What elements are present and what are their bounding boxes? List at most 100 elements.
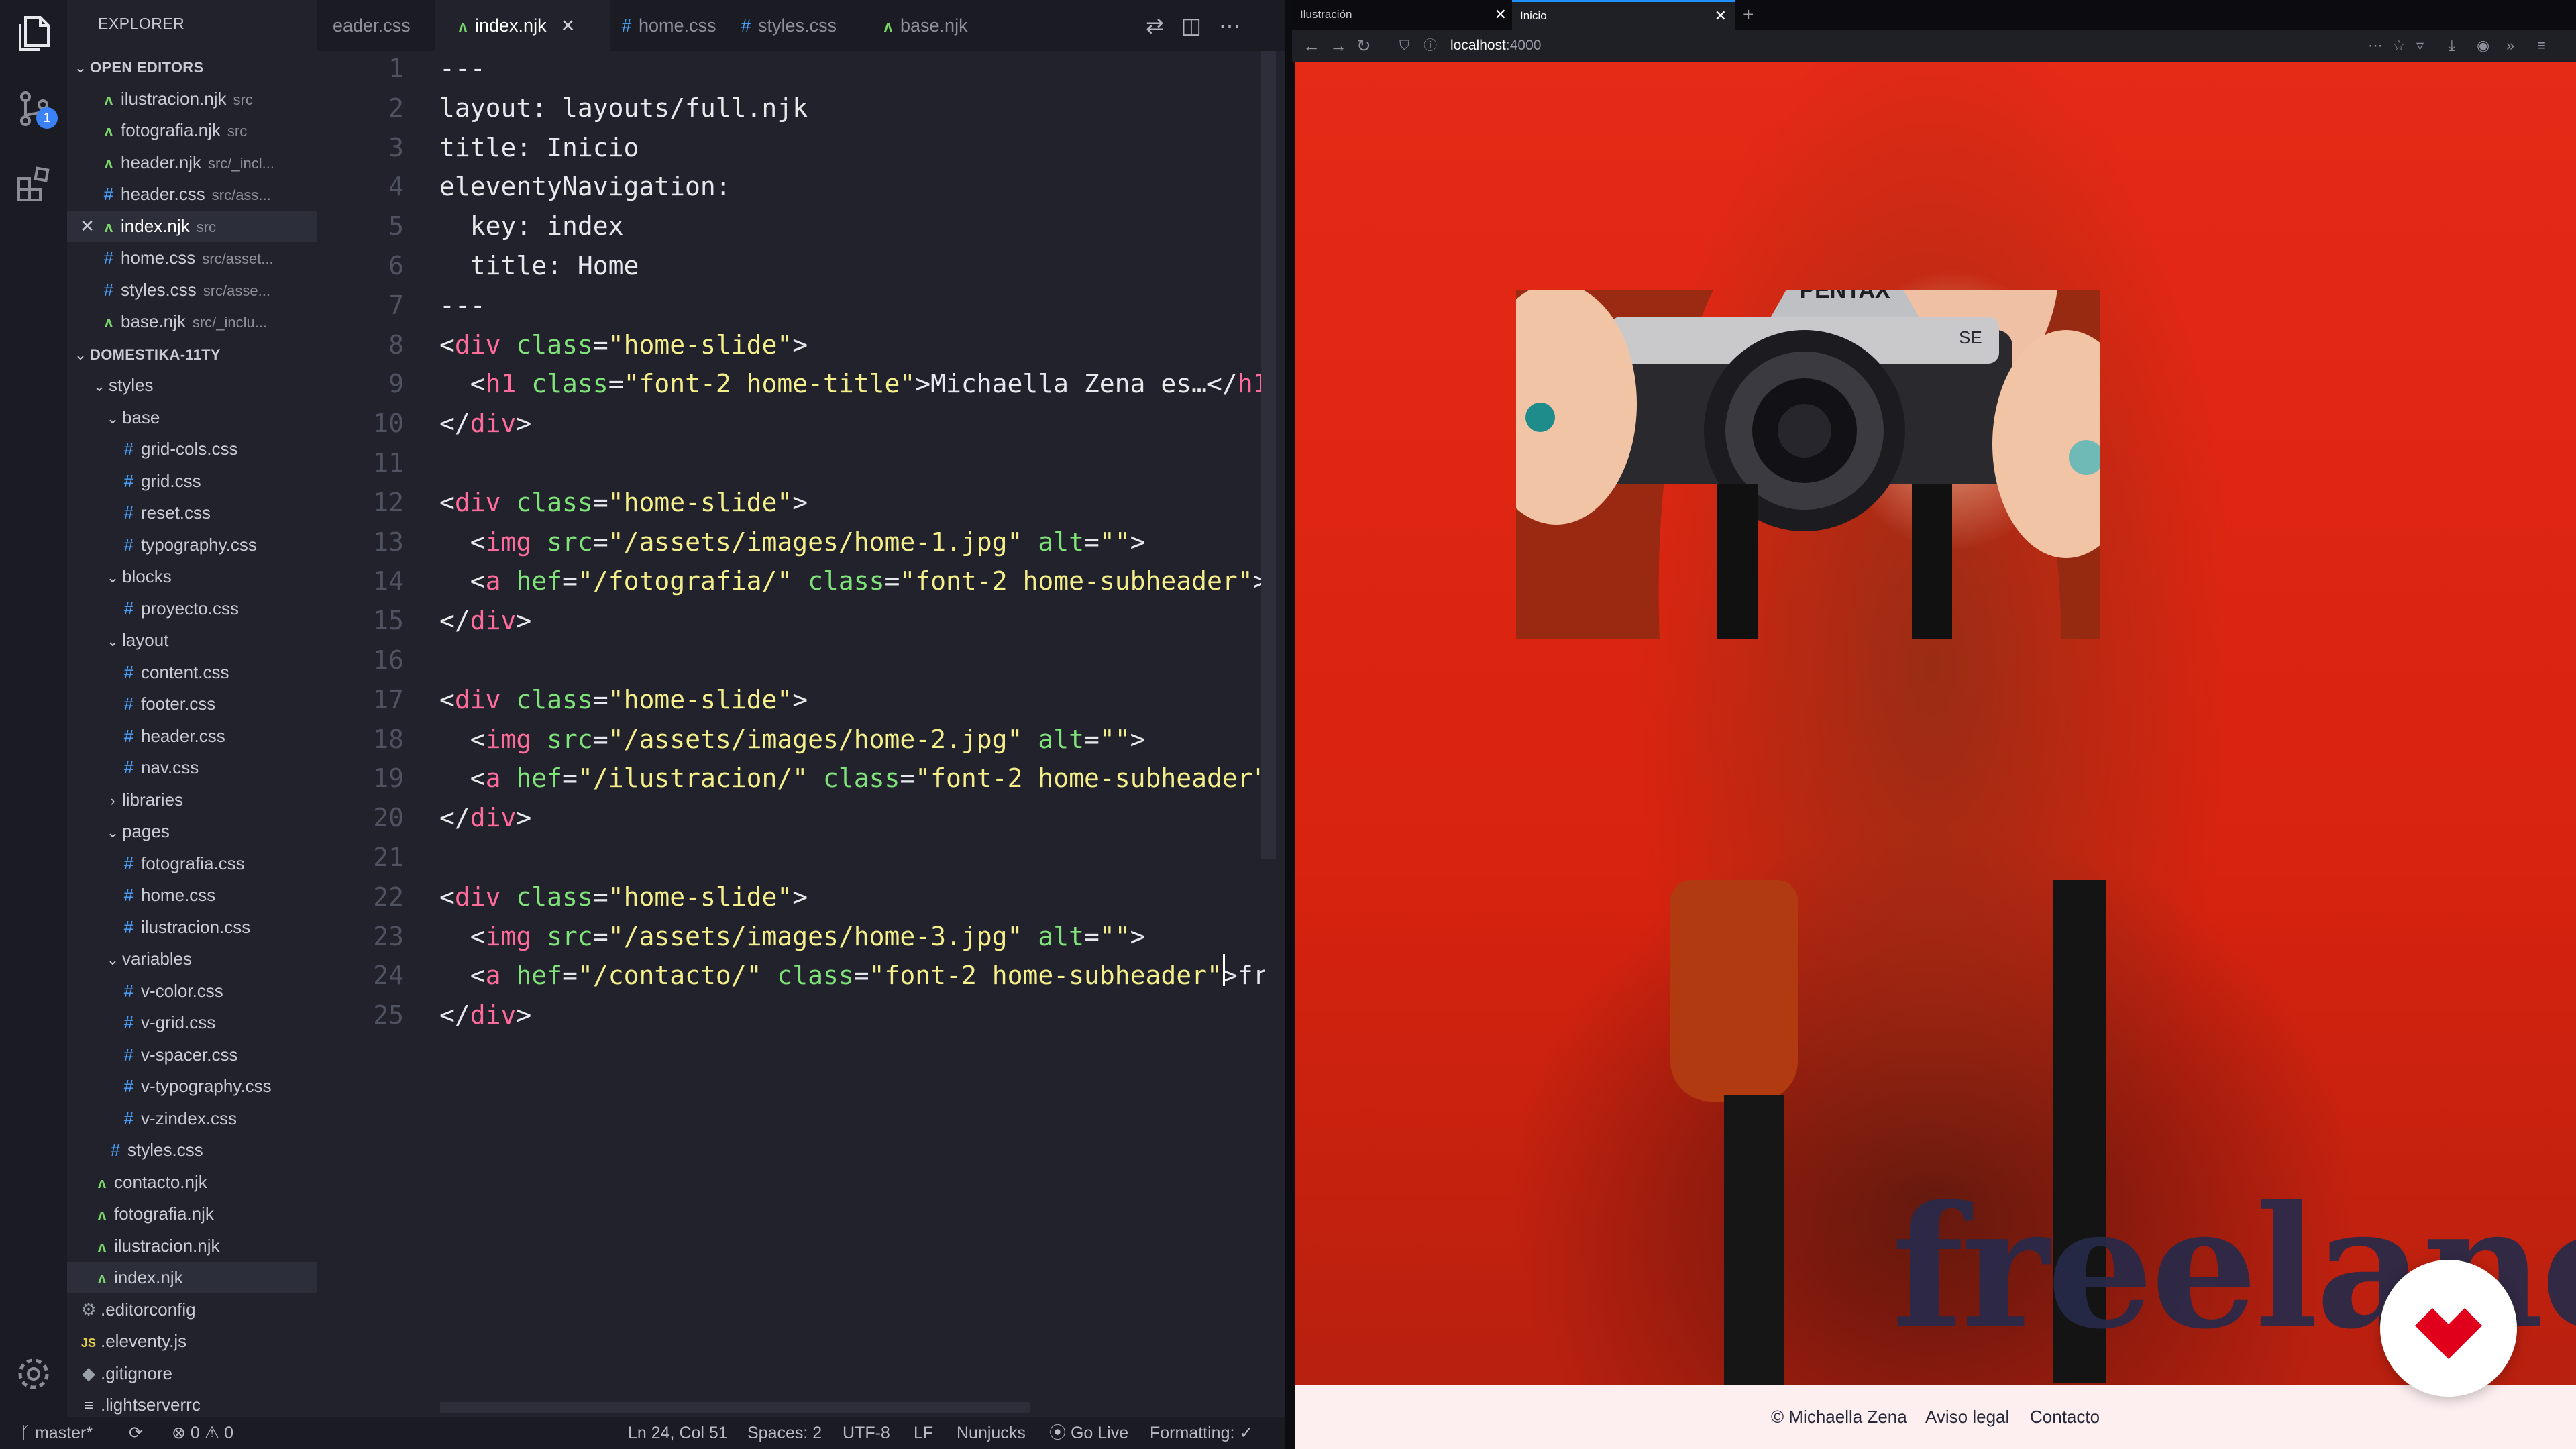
editor-vertical-scrollbar[interactable] [1261,51,1276,859]
editor-tab[interactable]: ʌ index.njk ✕ [435,0,610,51]
close-tab-icon[interactable]: ✕ [1715,2,1727,30]
back-arrow-icon[interactable]: ← [1303,30,1320,62]
sync-icon[interactable]: ⟳ [129,1417,143,1449]
open-editors-header[interactable]: ⌄ OPEN EDITORS [67,51,317,83]
split-editor-icon[interactable]: ◫ [1181,13,1219,38]
browser-toolbar: ← → ↻ ⛉ ⓘ localhost:4000 ⋯ ☆ ▿ ⤓ ◉ » ≡ [1292,30,2576,62]
tree-folder[interactable]: ⌄ layout [67,625,317,656]
tree-file[interactable]: ʌ ilustracion.njk [67,1230,317,1262]
status-bar: ᚴ master* ⟳ ⊗ 0 ⚠ 0 Ln 24, Col 51 Spaces… [0,1417,1285,1449]
tree-folder[interactable]: ⌄ variables [67,943,317,975]
tree-file[interactable]: # reset.css [67,497,317,529]
file-path-hint: src/asse... [203,282,270,299]
formatting-status[interactable]: Formatting: ✓ [1150,1417,1253,1449]
language-mode-status[interactable]: Nunjucks [957,1417,1026,1449]
site-info-icon[interactable]: ⓘ [1424,30,1437,62]
git-branch-status[interactable]: ᚴ master* [20,1417,93,1449]
tree-file[interactable]: # v-spacer.css [67,1039,317,1071]
downloads-icon[interactable]: ⤓ [2449,30,2455,62]
address-bar[interactable]: localhost:4000 [1450,30,1541,62]
forward-arrow-icon[interactable]: → [1330,30,1347,62]
tree-file[interactable]: ◆ .gitignore [67,1358,317,1389]
editor-tab[interactable]: #eader.css [317,0,447,51]
page-actions-icon[interactable]: ⋯ [2368,30,2383,62]
open-editor-item[interactable]: # header.css src/ass... [67,178,317,210]
tree-file[interactable]: # ilustracion.css [67,912,317,943]
css-file-icon: # [123,598,134,619]
new-tab-icon[interactable]: + [1735,0,1770,30]
more-actions-icon[interactable]: ⋯ [1219,13,1258,38]
tree-file[interactable]: # grid-cols.css [67,433,317,465]
tree-file[interactable]: # v-typography.css [67,1071,317,1102]
account-icon[interactable]: ◉ [2477,30,2489,62]
browser-tab-ilustracion[interactable]: Ilustración ✕ [1292,0,1515,30]
tree-file[interactable]: # v-grid.css [67,1007,317,1038]
tree-file[interactable]: # header.css [67,720,317,752]
close-editor-icon[interactable]: ✕ [78,211,97,242]
tree-file[interactable]: # fotografia.css [67,848,317,879]
tree-file[interactable]: # typography.css [67,529,317,561]
code-token: img [485,527,532,557]
project-header[interactable]: ⌄ DOMESTIKA-11TY [67,338,317,370]
go-live-button[interactable]: ⦿ Go Live [1049,1417,1128,1449]
tree-file[interactable]: ʌ index.njk [67,1262,317,1293]
browser-tab-inicio[interactable]: Inicio ✕ [1512,0,1735,30]
open-changes-icon[interactable]: ⇄ [1146,13,1181,38]
tree-folder[interactable]: ⌄ blocks [67,561,317,592]
extensions-icon[interactable] [15,164,52,201]
tree-file[interactable]: # footer.css [67,688,317,720]
open-editor-item[interactable]: ✕ ʌ index.njk src [67,210,317,242]
code-token: < [439,763,486,794]
indentation-status[interactable]: Spaces: 2 [747,1417,822,1449]
code-token: = [1083,527,1099,557]
open-editor-item[interactable]: ʌ base.njk src/_inclu... [67,306,317,337]
tree-file[interactable]: # nav.css [67,752,317,784]
tree-folder[interactable]: ⌄ styles [67,370,317,401]
code-token: > [1130,527,1146,557]
tree-file[interactable]: # v-color.css [67,975,317,1007]
open-editor-item[interactable]: ʌ fotografia.njk src [67,115,317,146]
explorer-files-icon[interactable] [15,15,52,52]
editor-horizontal-scrollbar[interactable] [440,1402,1030,1413]
tree-folder[interactable]: ⌄ pages [67,816,317,847]
domestika-logo-button[interactable] [2380,1260,2517,1397]
editor-tab[interactable]: ʌ base.njk [860,0,990,51]
footer-link-contacto[interactable]: Contacto [2030,1385,2100,1449]
footer-link-aviso-legal[interactable]: Aviso legal [1925,1385,2009,1449]
tree-file[interactable]: ʌ contacto.njk [67,1167,317,1198]
tree-file[interactable]: ≡ .lightserverrc [67,1389,317,1421]
open-editor-item[interactable]: # home.css src/asset... [67,242,317,274]
tree-file[interactable]: # styles.css [67,1134,317,1166]
tree-file[interactable]: JS .eleventy.js [67,1326,317,1357]
open-editor-item[interactable]: ʌ header.njk src/_incl... [67,147,317,178]
close-tab-icon[interactable]: ✕ [1495,0,1507,30]
bookmark-star-icon[interactable]: ☆ [2392,30,2406,62]
section-title: DOMESTIKA-11TY [90,345,221,363]
tree-file[interactable]: ʌ fotografia.njk [67,1198,317,1230]
encoding-status[interactable]: UTF-8 [843,1417,890,1449]
reload-icon[interactable]: ↻ [1356,30,1371,62]
menu-hamburger-icon[interactable]: ≡ [2537,30,2546,62]
shield-icon[interactable]: ⛉ [1399,30,1409,62]
tree-folder[interactable]: › libraries [67,784,317,816]
problems-status[interactable]: ⊗ 0 ⚠ 0 [172,1417,233,1449]
eol-status[interactable]: LF [914,1417,933,1449]
code-editor[interactable]: 1 --- 2 layout: layouts/full.njk 3 title: Ini… [317,51,1285,1417]
pocket-icon[interactable]: ▿ [2416,30,2424,62]
close-tab-icon[interactable]: ✕ [559,0,578,51]
editor-tab[interactable]: # styles.css [718,0,872,51]
tree-file[interactable]: # grid.css [67,466,317,497]
tree-folder[interactable]: ⌄ base [67,402,317,433]
tree-file[interactable]: # proyecto.css [67,593,317,625]
editor-tab[interactable]: # home.css [598,0,730,51]
open-editor-item[interactable]: ʌ ilustracion.njk src [67,83,317,115]
cursor-position-status[interactable]: Ln 24, Col 51 [628,1417,728,1449]
tree-file[interactable]: # v-zindex.css [67,1103,317,1134]
tree-file[interactable]: # content.css [67,657,317,688]
tree-file[interactable]: ⚙ .editorconfig [67,1294,317,1326]
tree-file[interactable]: # home.css [67,879,317,911]
open-editor-item[interactable]: # styles.css src/asse... [67,274,317,306]
settings-gear-icon[interactable] [15,1355,52,1393]
overflow-chevron-icon[interactable]: » [2506,30,2514,62]
